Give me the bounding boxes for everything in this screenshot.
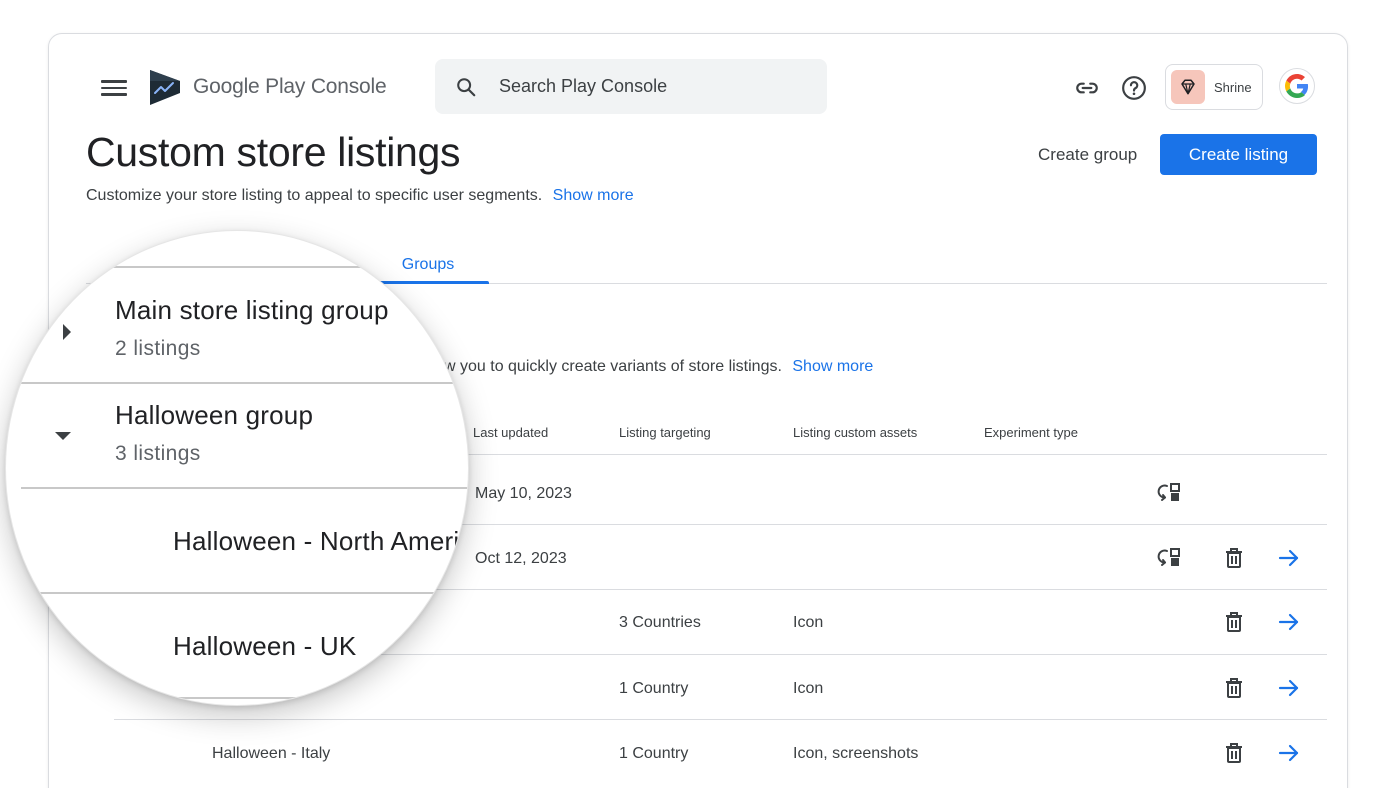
- row-divider: [114, 719, 1327, 720]
- page-title: Custom store listings: [86, 129, 461, 175]
- column-header-listing-targeting[interactable]: Listing targeting: [619, 425, 711, 440]
- row4-targeting: 1 Country: [619, 680, 689, 697]
- page-subtitle: Customize your store listing to appeal t…: [86, 187, 634, 205]
- magnifier-callout: Main store listing group 2 listings Hall…: [5, 230, 469, 706]
- shrine-logo: [1171, 70, 1205, 104]
- magnifier-divider: [21, 266, 468, 268]
- tab-active-indicator: [367, 281, 489, 284]
- delete-icon[interactable]: [1220, 544, 1248, 572]
- profile-name: Shrine: [1214, 79, 1252, 95]
- show-more-link[interactable]: Show more: [553, 187, 634, 204]
- search-icon: [457, 77, 476, 96]
- help-icon[interactable]: [1121, 75, 1147, 101]
- arrow-forward-icon[interactable]: [1275, 739, 1303, 767]
- column-header-listing-custom-assets[interactable]: Listing custom assets: [793, 425, 917, 440]
- group-title-main[interactable]: Main store listing group: [115, 295, 389, 326]
- app-logo[interactable]: Google Play Console: [147, 68, 387, 106]
- search-bar[interactable]: Search Play Console: [435, 59, 827, 114]
- group-count-halloween: 3 listings: [115, 442, 201, 465]
- create-group-button[interactable]: Create group: [1024, 135, 1151, 175]
- row3-assets: Icon: [793, 614, 824, 631]
- delete-icon[interactable]: [1220, 608, 1248, 636]
- listing-halloween-uk[interactable]: Halloween - UK: [173, 631, 356, 662]
- search-placeholder: Search Play Console: [499, 76, 668, 96]
- groups-show-more-link[interactable]: Show more: [792, 358, 873, 375]
- row2-last-updated: Oct 12, 2023: [475, 550, 567, 567]
- arrow-forward-icon[interactable]: [1275, 674, 1303, 702]
- link-icon[interactable]: [1074, 75, 1100, 101]
- tab-groups[interactable]: Groups: [367, 256, 489, 284]
- delete-icon[interactable]: [1220, 739, 1248, 767]
- column-header-experiment-type[interactable]: Experiment type: [984, 425, 1078, 440]
- magnifier-divider: [21, 382, 468, 384]
- magnifier-divider: [21, 487, 468, 489]
- caret-down-icon[interactable]: [53, 430, 73, 442]
- column-header-last-updated[interactable]: Last updated: [473, 425, 548, 440]
- google-g-icon: [1285, 74, 1309, 98]
- listing-halloween-north-america[interactable]: Halloween - North Americ: [173, 526, 468, 557]
- group-title-halloween[interactable]: Halloween group: [115, 400, 313, 431]
- row5-assets: Icon, screenshots: [793, 745, 919, 762]
- page-subtitle-text: Customize your store listing to appeal t…: [86, 187, 543, 204]
- groups-description: w you to quickly create variants of stor…: [444, 358, 873, 376]
- row4-assets: Icon: [793, 680, 824, 697]
- app-name: Google Play Console: [193, 75, 387, 98]
- magnifier-divider: [21, 697, 468, 699]
- experiment-icon[interactable]: [1156, 479, 1184, 507]
- play-console-logo-icon: [150, 70, 180, 105]
- groups-description-text: w you to quickly create variants of stor…: [444, 358, 782, 375]
- row3-targeting: 3 Countries: [619, 614, 701, 631]
- row5-targeting: 1 Country: [619, 745, 689, 762]
- delete-icon[interactable]: [1220, 674, 1248, 702]
- diamond-icon: [1181, 79, 1195, 95]
- caret-right-icon[interactable]: [61, 322, 73, 342]
- arrow-forward-icon[interactable]: [1275, 544, 1303, 572]
- experiment-icon[interactable]: [1156, 544, 1184, 572]
- developer-account-chip[interactable]: Shrine: [1165, 64, 1263, 110]
- group-count-main: 2 listings: [115, 337, 201, 360]
- magnifier-divider: [21, 592, 468, 594]
- menu-icon[interactable]: [101, 77, 127, 97]
- row1-last-updated: May 10, 2023: [475, 485, 572, 502]
- row5-listing-name[interactable]: Halloween - Italy: [212, 745, 330, 763]
- arrow-forward-icon[interactable]: [1275, 608, 1303, 636]
- create-listing-button[interactable]: Create listing: [1160, 134, 1317, 175]
- google-account-avatar[interactable]: [1279, 68, 1315, 104]
